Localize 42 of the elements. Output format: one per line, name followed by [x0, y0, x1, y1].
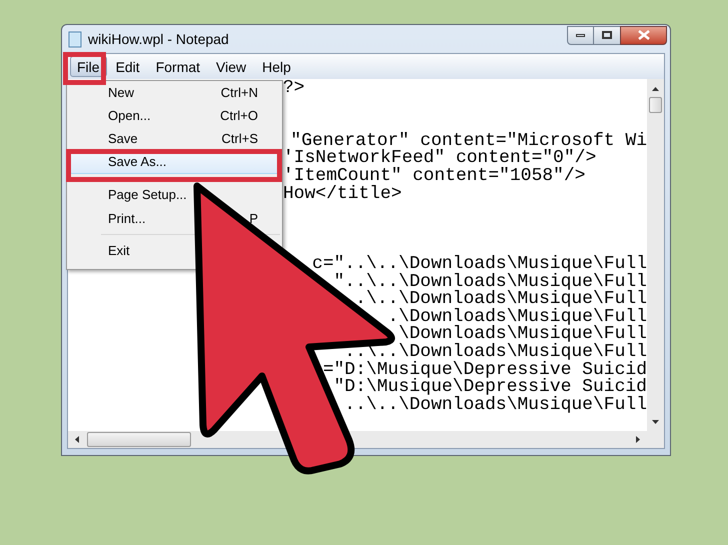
menu-item[interactable]: Format [148, 56, 208, 77]
shortcut-label: Ctrl+O [220, 106, 258, 125]
code-line: .\Downloads\Musique\Full [388, 308, 647, 326]
code-line: "..\..\Downloads\Musique\Full [334, 274, 647, 292]
shortcut-label: P [249, 210, 258, 228]
code-line: 'IsNetworkFeed" content="0"/> [283, 150, 596, 168]
scroll-right-icon [636, 436, 640, 443]
maximize-button[interactable] [594, 26, 620, 44]
scroll-thumb[interactable] [649, 97, 662, 113]
highlight-frame [63, 52, 106, 85]
close-button[interactable] [620, 26, 667, 44]
menu-entry[interactable]: Open... Ctrl+O [69, 104, 280, 127]
vertical-scrollbar[interactable] [647, 79, 664, 431]
menu-entry[interactable]: Print... P [69, 207, 280, 230]
menu-entry[interactable]: Exit [69, 239, 132, 263]
menu-item[interactable]: Help [255, 56, 298, 77]
code-line: .\..\Downloads\Musique\Full [355, 291, 647, 309]
menu-entry[interactable]: Page Setup... [69, 183, 189, 207]
notepad-icon [68, 30, 82, 48]
code-line: "Generator" content="Microsoft Wi [290, 132, 647, 150]
menu-item[interactable]: Edit [108, 56, 147, 77]
menu-entry[interactable]: Save Ctrl+S [69, 127, 280, 150]
menu-item[interactable]: View [209, 56, 254, 77]
code-line: c="..\..\Downloads\Musique\Full [312, 256, 647, 274]
shortcut-label: Ctrl+S [222, 130, 258, 148]
minimize-button[interactable] [567, 26, 594, 44]
code-line: ..\..\Downloads\Musique\Full [344, 344, 647, 362]
shortcut-label: Ctrl+N [220, 84, 258, 102]
code-line: How</title> [283, 186, 402, 204]
scroll-down-icon [652, 420, 659, 424]
menu-entry[interactable]: New Ctrl+N [69, 81, 280, 104]
code-line: "D:\Musique\Depressive Suicid [334, 379, 647, 397]
close-icon [638, 30, 650, 40]
code-line: ..\..\Downloads\Musique\Full [344, 396, 647, 414]
scroll-up-icon [652, 87, 659, 91]
code-line: 'ItemCount" content="1058"/> [283, 168, 586, 186]
scroll-thumb[interactable] [87, 432, 191, 447]
code-line: ="D:\Musique\Depressive Suicid [322, 362, 647, 380]
scroll-left-icon [75, 436, 79, 443]
window-title: wikiHow.wpl - Notepad [88, 30, 229, 49]
code-line: \Downloads\Musique\Full [398, 326, 647, 344]
code-line: ?> [283, 80, 305, 98]
